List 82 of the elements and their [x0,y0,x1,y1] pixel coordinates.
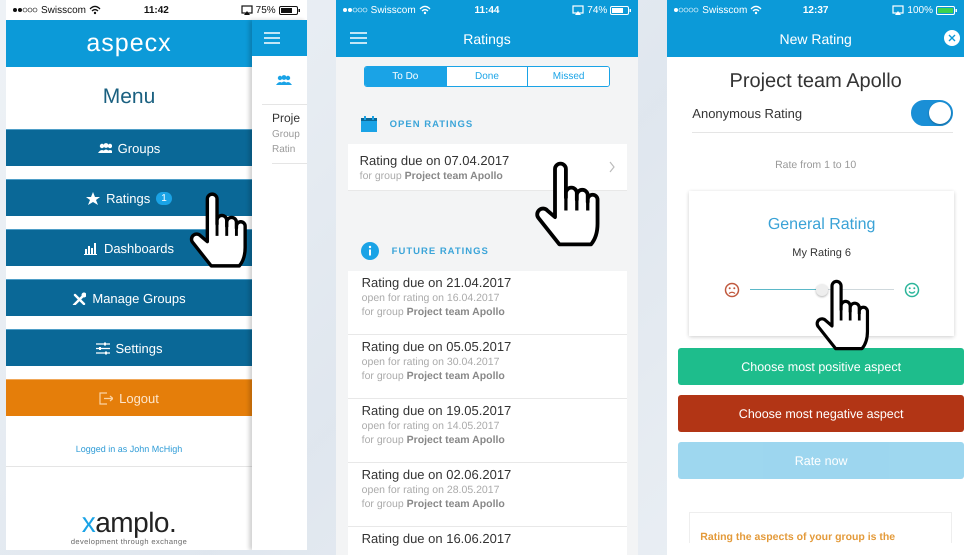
rating-title: Rating due on 05.05.2017 [362,339,512,354]
rating-card[interactable]: Rating due on 21.04.2017 open for rating on 16.04.2017 for group Project team Apollo [348,271,628,335]
rating-title: Rating due on 07.04.2017 [360,152,510,168]
menu-item[interactable]: Settings [6,329,252,366]
rating-title: Rating due on 19.05.2017 [362,403,512,418]
menu-icon [350,32,367,44]
wifi-icon [418,5,431,15]
happy-face-icon [904,282,920,298]
group-icon [276,74,292,86]
rating-title: Rating due on 02.06.2017 [362,467,512,482]
signal-icon [673,6,700,14]
rating-card[interactable]: Rating due on 02.06.2017 open for rating on 28.05.2017 for group Project team Apollo [348,463,628,527]
toggle-label: Anonymous Rating [692,106,802,120]
logout-icon [99,392,114,404]
group-icon [98,142,112,154]
tools-icon [72,292,86,304]
screen-mirror-icon [240,5,253,15]
open-date: open for rating on 28.05.2017 [362,484,500,496]
open-date: open for rating on 14.05.2017 [362,420,500,432]
rating-card[interactable]: Rating due on 19.05.2017 open for rating on 14.05.2017 for group Project team Apollo [348,399,628,463]
rating-card[interactable]: Rating due on 07.04.2017 for group Project team Apollo [348,144,628,191]
carrier-name: Swisscom [702,4,748,16]
wifi-icon [89,5,102,15]
rating-card[interactable]: Rating due on 05.05.2017 open for rating on 30.04.2017 for group Project team Apollo [348,335,628,399]
rating-value: My Rating 6 [792,247,851,259]
star-icon [86,192,100,204]
carrier-name: Swisscom [41,4,86,16]
group-name: Proje [272,111,300,125]
negative-aspect-button[interactable]: Choose most negative aspect [678,395,964,432]
count-badge: 1 [156,192,172,204]
screen-mirror-icon [572,5,584,15]
group-title: Project team Apollo [728,70,903,93]
rating-title: Rating due on 16.06.2017 [362,531,512,546]
close-icon [944,30,960,46]
bar-chart-icon [84,242,98,254]
rating-title: Rating due on 21.04.2017 [362,275,512,290]
signal-icon [12,6,38,14]
sliders-icon [96,342,110,354]
group-line: for group Project team Apollo [362,434,506,446]
app-logo: aspecx [86,29,172,58]
menu-title: Menu [102,85,156,109]
company-logo: xamplo. [80,509,178,537]
screen-mirror-icon [892,5,904,15]
wifi-icon [750,5,762,15]
status-time: 11:42 [144,4,169,16]
sad-face-icon [724,282,740,298]
signal-icon [342,6,368,14]
group-line: for group Project team Apollo [362,498,506,510]
info-text: Rating the aspects of your group is the [689,512,952,543]
rating-card[interactable]: Rating due on 16.06.2017 [348,527,628,555]
group-detail: Group [272,129,300,140]
chevron-right-icon [609,161,616,173]
group-detail: Ratin [272,144,296,155]
toggle-switch[interactable] [911,100,953,126]
info-icon [360,242,379,260]
menu-item[interactable]: Groups [6,129,252,166]
menu-icon [264,32,280,44]
battery-percent: 100% [907,4,933,16]
battery-icon [936,6,958,14]
battery-percent: 74% [587,4,608,16]
group-line: for group Project team Apollo [360,170,504,182]
logged-in-text: Logged in as John McHigh [6,444,252,467]
carrier-name: Swisscom [370,4,416,16]
section-heading: OPEN RATINGS [390,118,474,130]
menu-item[interactable]: Ratings 1 [6,179,252,216]
battery-percent: 75% [256,4,276,16]
battery-icon [278,6,301,14]
screen-title: New Rating [779,30,852,46]
group-line: for group Project team Apollo [362,370,506,382]
group-line: for group Project team Apollo [362,306,506,318]
screen-title: Ratings [463,30,511,46]
rating-slider[interactable] [750,284,894,296]
menu-item[interactable]: Manage Groups [6,279,252,316]
calendar-icon [360,116,377,132]
section-heading: FUTURE RATINGS [392,246,489,256]
status-time: 11:44 [474,4,500,16]
open-date: open for rating on 30.04.2017 [362,356,500,368]
scale-hint: Rate from 1 to 10 [774,159,858,171]
card-title: General Rating [768,216,876,234]
status-time: 12:37 [802,4,828,16]
battery-icon [610,6,632,14]
open-date: open for rating on 16.04.2017 [362,292,500,304]
